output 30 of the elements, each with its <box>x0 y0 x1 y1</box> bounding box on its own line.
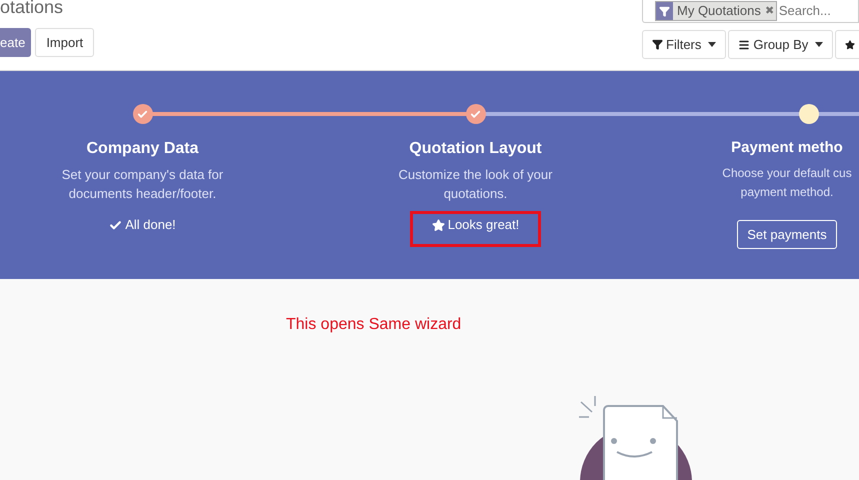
step-description: Customize the look of your quotations. <box>398 166 554 203</box>
step-description: Choose your default cus payment method. <box>721 164 853 200</box>
check-icon <box>109 218 122 232</box>
step-status: All done! <box>109 215 176 235</box>
star-icon <box>432 218 445 232</box>
filter-icon <box>659 6 670 16</box>
filters-button[interactable]: Filters <box>642 30 726 59</box>
step-description: Set your company's data for documents header/footer. <box>60 166 224 203</box>
favorites-button[interactable] <box>835 30 859 59</box>
step-title: Company Data <box>86 139 199 159</box>
import-button[interactable]: Import <box>35 28 94 57</box>
caret-icon <box>708 42 716 47</box>
search-input[interactable]: Search... <box>778 1 849 21</box>
group-by-button[interactable]: Group By <box>728 30 834 59</box>
step-title: Payment metho <box>731 138 843 158</box>
check-icon <box>137 108 148 120</box>
page-title: otations <box>0 0 64 16</box>
search-field[interactable]: My Quotations ✖ Search... <box>642 0 859 23</box>
facet-label: My Quotations <box>676 2 762 20</box>
step-title: Quotation Layout <box>409 139 542 159</box>
step-status: Looks great! <box>432 215 520 235</box>
annotation-text: This opens Same wizard <box>286 315 462 335</box>
star-icon <box>845 38 856 50</box>
caret-icon <box>815 42 824 47</box>
filter-icon <box>652 39 663 50</box>
set-payments-button[interactable]: Set payments <box>737 220 837 249</box>
check-icon <box>470 108 481 120</box>
create-button[interactable]: eate <box>0 28 32 57</box>
remove-facet-icon[interactable]: ✖ <box>764 2 776 20</box>
menu-icon <box>738 38 750 50</box>
